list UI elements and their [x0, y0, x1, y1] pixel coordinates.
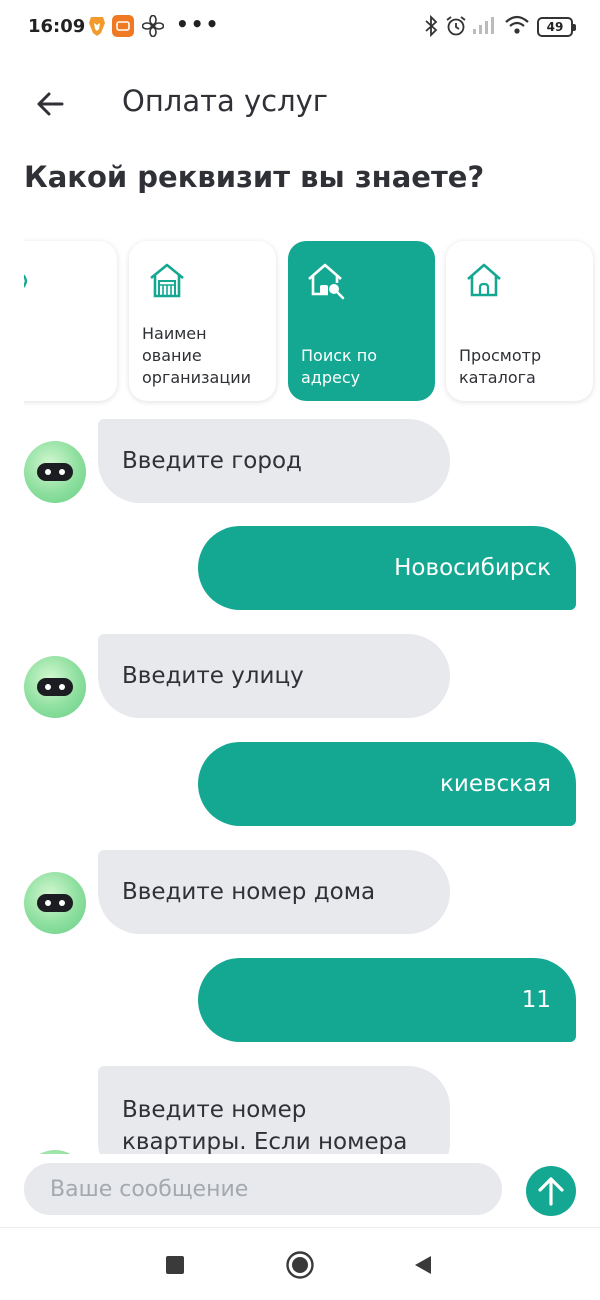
brave-icon — [88, 15, 106, 41]
card-address-search[interactable]: Поиск по адресу — [288, 241, 435, 401]
status-time: 16:09 — [28, 16, 86, 37]
chat-messages: Введите город Новосибирск Введите улицу … — [0, 410, 600, 1154]
card-partial[interactable] — [24, 241, 117, 401]
alarm-icon — [445, 15, 467, 41]
wifi-icon — [504, 15, 530, 39]
back-button[interactable] — [30, 84, 70, 124]
message-text: Введите улицу — [98, 634, 450, 718]
recents-button[interactable] — [160, 1250, 190, 1280]
more-notifications: ••• — [176, 12, 221, 36]
house-search-icon — [308, 263, 345, 300]
arrow-up-icon — [538, 1177, 564, 1206]
message-composer — [0, 1154, 600, 1226]
section-title: Какой реквизит вы знаете? — [24, 160, 485, 194]
status-bar: 16:09 ••• 49 — [0, 0, 600, 56]
card-label: Наимен ование организации — [142, 324, 252, 387]
message-text: Введите номер дома — [98, 850, 450, 934]
mi-app-icon — [112, 15, 134, 41]
requisite-cards: Наимен ование организации Поиск по адрес… — [24, 236, 600, 408]
robot-face-icon — [37, 894, 73, 912]
arrow-left-icon — [37, 92, 64, 116]
system-nav-bar — [0, 1228, 600, 1300]
home-circle-icon — [286, 1251, 314, 1279]
card-label: Просмотр каталога — [459, 346, 542, 387]
back-triangle-icon — [415, 1256, 431, 1274]
recents-square-icon — [166, 1256, 184, 1274]
message-text: 11 — [198, 958, 576, 1042]
back-nav-button[interactable] — [408, 1250, 438, 1280]
fan-icon — [141, 14, 165, 41]
bot-avatar — [24, 656, 86, 718]
bluetooth-icon — [424, 14, 438, 41]
home-button[interactable] — [285, 1250, 315, 1280]
signal-icon — [472, 15, 496, 39]
message-text: Новосибирск — [198, 526, 576, 610]
robot-face-icon — [37, 678, 73, 696]
send-button[interactable] — [526, 1166, 576, 1216]
page-title: Оплата услуг — [122, 84, 329, 118]
message-input[interactable] — [24, 1163, 502, 1215]
partial-icon — [24, 274, 28, 288]
battery-icon: 49 — [537, 17, 576, 37]
card-catalog[interactable]: Просмотр каталога — [446, 241, 593, 401]
bot-avatar — [24, 441, 86, 503]
message-text: Введите номер квартиры. Если номера — [98, 1066, 450, 1154]
bot-avatar — [24, 872, 86, 934]
message-text: Введите город — [98, 419, 450, 503]
robot-face-icon — [37, 463, 73, 481]
card-organization-name[interactable]: Наимен ование организации — [129, 241, 276, 401]
house-icon — [467, 263, 501, 297]
card-label: Поиск по адресу — [301, 346, 378, 387]
house-building-icon — [150, 263, 184, 298]
message-text: киевская — [198, 742, 576, 826]
